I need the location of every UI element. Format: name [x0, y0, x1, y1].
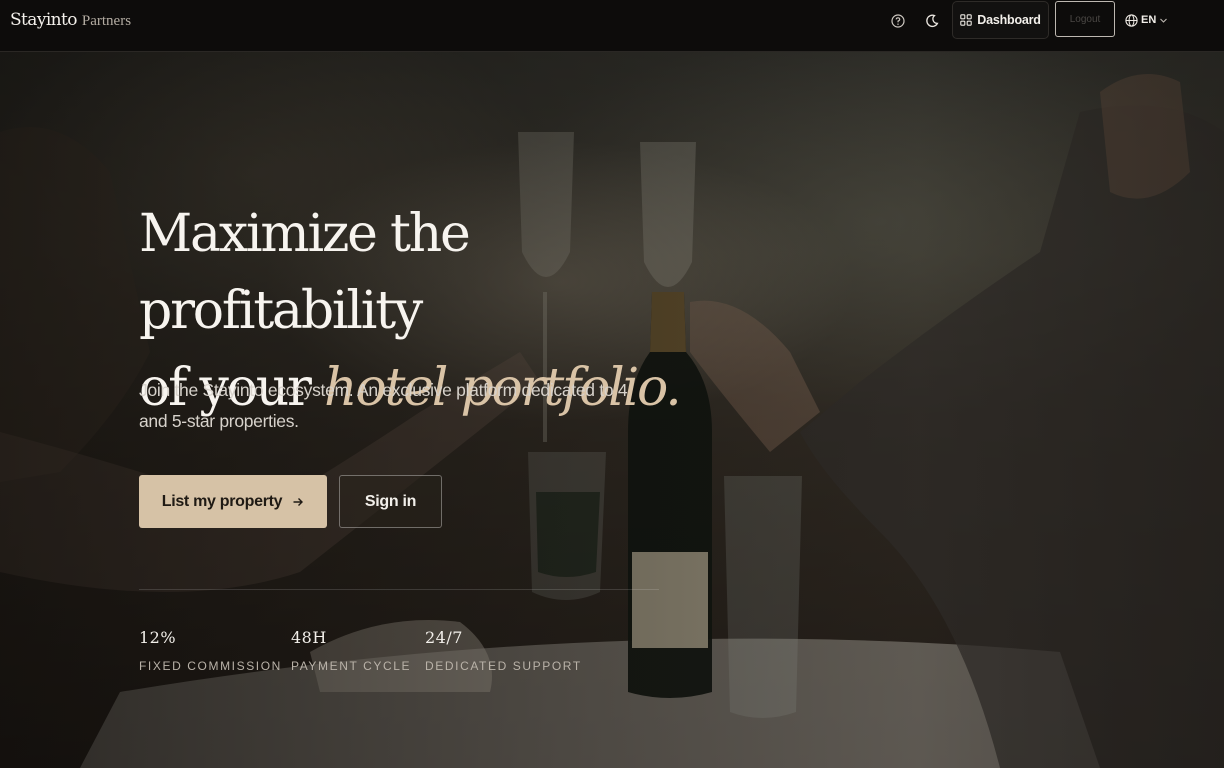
- grid-icon: [960, 14, 972, 26]
- logout-label: Logout: [1069, 13, 1101, 25]
- hero-subtitle: Join the Stayinto ecosystem. An exclusiv…: [139, 380, 628, 431]
- stat-commission: 12% FIXED COMMISSION: [139, 628, 282, 673]
- brand-name: Stayinto: [10, 10, 77, 30]
- stats-divider: [139, 589, 659, 590]
- moon-icon: [926, 14, 939, 28]
- stat-support: 24/7 DEDICATED SUPPORT: [425, 628, 582, 673]
- help-button[interactable]: [886, 9, 910, 33]
- brand-suffix: Partners: [81, 13, 132, 29]
- language-selector[interactable]: EN: [1125, 11, 1168, 29]
- stat-label: PAYMENT CYCLE: [291, 659, 412, 673]
- arrow-right-icon: [293, 497, 304, 506]
- stat-label: FIXED COMMISSION: [139, 659, 282, 673]
- stat-label: DEDICATED SUPPORT: [425, 659, 582, 673]
- dashboard-label: Dashboard: [977, 13, 1041, 27]
- list-property-button[interactable]: List my property: [139, 475, 327, 528]
- stat-value: 12%: [139, 628, 177, 647]
- chevron-down-icon: [1160, 18, 1168, 23]
- logout-button[interactable]: Logout: [1055, 1, 1115, 37]
- brand-logo[interactable]: Stayinto Partners: [10, 10, 131, 30]
- theme-toggle-button[interactable]: [920, 9, 944, 33]
- headline-line-1: Maximize the profitability: [139, 204, 471, 341]
- sign-in-button[interactable]: Sign in: [339, 475, 442, 528]
- stat-value: 24/7: [425, 628, 463, 647]
- language-label: EN: [1141, 14, 1157, 26]
- dashboard-button[interactable]: Dashboard: [952, 1, 1049, 39]
- stat-payment-cycle: 48H PAYMENT CYCLE: [291, 628, 411, 673]
- stat-value: 48H: [291, 628, 327, 647]
- help-circle-icon: [891, 14, 905, 28]
- globe-icon: [1125, 13, 1138, 27]
- top-navigation: Stayinto Partners Dashboard Logout EN: [0, 0, 1224, 52]
- list-property-label: List my property: [161, 492, 283, 510]
- sign-in-label: Sign in: [364, 492, 417, 510]
